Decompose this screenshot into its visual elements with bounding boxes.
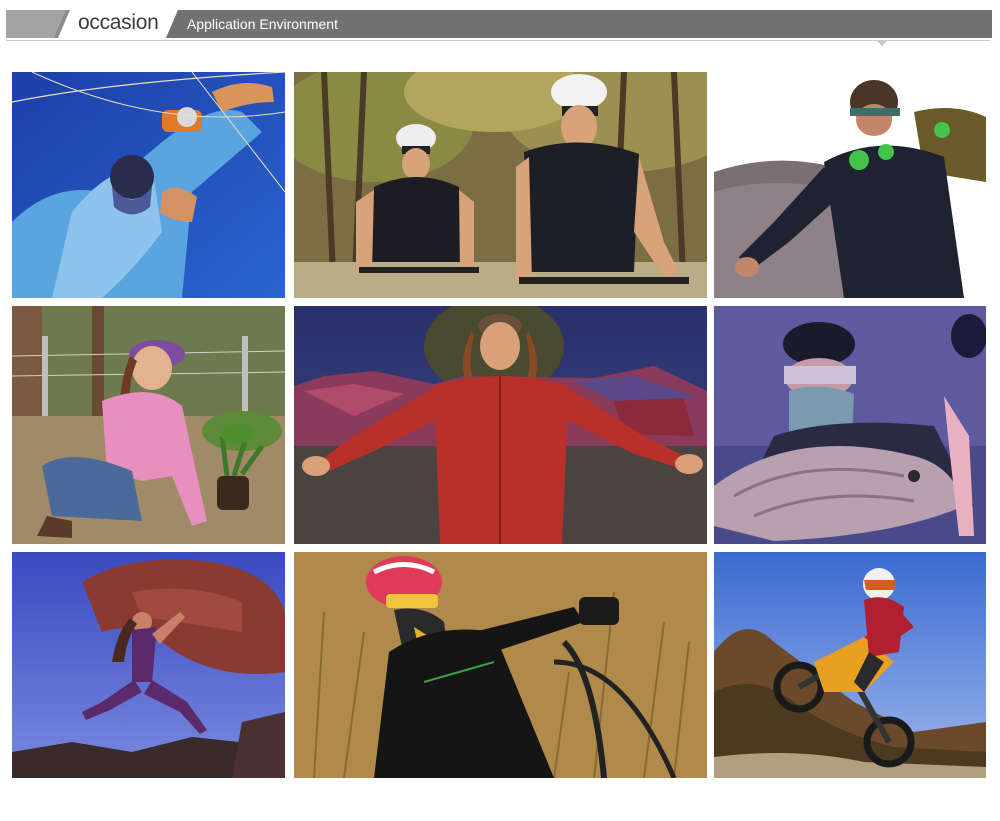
photo-masked-cyclist bbox=[294, 552, 707, 778]
photo-man-with-fish bbox=[714, 306, 986, 544]
photo-gardener bbox=[12, 306, 285, 544]
section-title: occasion bbox=[78, 11, 159, 34]
header-divider-notch bbox=[876, 40, 888, 46]
section-header-banner: occasion Application Environment bbox=[6, 10, 992, 38]
photo-cyclists-forest bbox=[294, 72, 707, 298]
section-subtitle: Application Environment bbox=[187, 16, 338, 32]
photo-rock-climber bbox=[714, 72, 986, 298]
photo-man-red-jacket bbox=[294, 306, 707, 544]
photo-jumping-woman bbox=[12, 552, 285, 778]
photo-motocross-rider bbox=[714, 552, 986, 778]
photo-fishing bbox=[12, 72, 285, 298]
header-divider bbox=[6, 40, 990, 41]
